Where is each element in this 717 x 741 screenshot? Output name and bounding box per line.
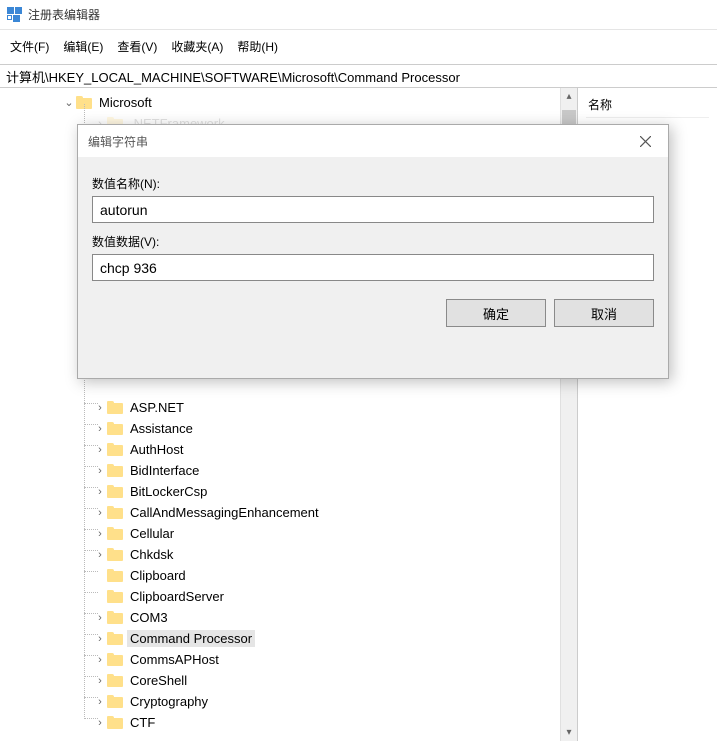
tree-label: Command Processor: [127, 630, 255, 647]
tree-label: AuthHost: [127, 441, 186, 458]
edit-string-dialog: 编辑字符串 数值名称(N): 数值数据(V): 确定 取消: [77, 124, 669, 379]
window-title-bar: 注册表编辑器: [0, 0, 717, 30]
tree-label: Assistance: [127, 420, 196, 437]
value-data-input[interactable]: [92, 254, 654, 281]
folder-icon: [107, 506, 123, 519]
cancel-button[interactable]: 取消: [554, 299, 654, 327]
tree-row[interactable]: ›CallAndMessagingEnhancement: [0, 502, 577, 523]
menu-edit[interactable]: 编辑(E): [63, 38, 103, 55]
value-name-input[interactable]: [92, 196, 654, 223]
folder-icon: [107, 590, 123, 603]
tree-row[interactable]: ›Chkdsk: [0, 544, 577, 565]
menu-favorites[interactable]: 收藏夹(A): [171, 38, 223, 55]
tree-row[interactable]: ›Assistance: [0, 418, 577, 439]
tree-label: BidInterface: [127, 462, 202, 479]
tree-label: Clipboard: [127, 567, 189, 584]
folder-icon: [107, 548, 123, 561]
tree-label: BitLockerCsp: [127, 483, 210, 500]
folder-icon: [107, 527, 123, 540]
scroll-down-icon[interactable]: ▾: [561, 724, 577, 741]
tree-row[interactable]: ›CoreShell: [0, 670, 577, 691]
tree-row[interactable]: ›Cryptography: [0, 691, 577, 712]
dialog-title: 编辑字符串: [88, 133, 148, 150]
tree-label: CallAndMessagingEnhancement: [127, 504, 322, 521]
tree-row-microsoft[interactable]: ⌄ Microsoft: [0, 92, 577, 113]
folder-icon: [107, 653, 123, 666]
close-icon[interactable]: [622, 125, 668, 157]
folder-icon: [107, 674, 123, 687]
menu-view[interactable]: 查看(V): [117, 38, 157, 55]
tree-row[interactable]: ›CTF: [0, 712, 577, 733]
tree-row[interactable]: ›Cellular: [0, 523, 577, 544]
regedit-icon: [6, 7, 22, 23]
tree-row[interactable]: ›Command Processor: [0, 628, 577, 649]
folder-icon: [107, 401, 123, 414]
value-data-label: 数值数据(V):: [92, 233, 654, 250]
tree-row[interactable]: ›BidInterface: [0, 460, 577, 481]
tree-row[interactable]: ›AuthHost: [0, 439, 577, 460]
window-title: 注册表编辑器: [28, 6, 100, 23]
menu-file[interactable]: 文件(F): [10, 38, 49, 55]
ok-button[interactable]: 确定: [446, 299, 546, 327]
tree-label: CommsAPHost: [127, 651, 222, 668]
menu-help[interactable]: 帮助(H): [237, 38, 278, 55]
folder-icon: [107, 485, 123, 498]
value-name-label: 数值名称(N):: [92, 175, 654, 192]
tree-row[interactable]: ›COM3: [0, 607, 577, 628]
folder-icon: [107, 695, 123, 708]
tree-label: Cryptography: [127, 693, 211, 710]
tree-row[interactable]: ClipboardServer: [0, 586, 577, 607]
folder-icon: [107, 443, 123, 456]
tree-label: Chkdsk: [127, 546, 176, 563]
chevron-down-icon[interactable]: ⌄: [62, 96, 76, 110]
folder-icon: [107, 569, 123, 582]
address-text: 计算机\HKEY_LOCAL_MACHINE\SOFTWARE\Microsof…: [6, 67, 460, 86]
tree-label: ClipboardServer: [127, 588, 227, 605]
dialog-title-bar[interactable]: 编辑字符串: [78, 125, 668, 157]
scroll-up-icon[interactable]: ▴: [561, 88, 577, 105]
address-bar[interactable]: 计算机\HKEY_LOCAL_MACHINE\SOFTWARE\Microsof…: [0, 64, 717, 88]
folder-icon: [107, 716, 123, 729]
folder-icon: [107, 611, 123, 624]
tree-row[interactable]: ›CommsAPHost: [0, 649, 577, 670]
tree-label: ASP.NET: [127, 399, 187, 416]
menu-bar: 文件(F) 编辑(E) 查看(V) 收藏夹(A) 帮助(H): [0, 34, 717, 58]
tree-row[interactable]: Clipboard: [0, 565, 577, 586]
folder-icon: [107, 422, 123, 435]
tree-row[interactable]: ›BitLockerCsp: [0, 481, 577, 502]
tree-row[interactable]: ›ASP.NET: [0, 397, 577, 418]
tree-label: COM3: [127, 609, 171, 626]
tree-label: Cellular: [127, 525, 177, 542]
column-header-name[interactable]: 名称: [586, 92, 709, 118]
folder-icon: [107, 464, 123, 477]
tree-label: Microsoft: [96, 94, 155, 111]
tree-label: CoreShell: [127, 672, 190, 689]
tree-label: CTF: [127, 714, 158, 731]
folder-icon: [107, 632, 123, 645]
